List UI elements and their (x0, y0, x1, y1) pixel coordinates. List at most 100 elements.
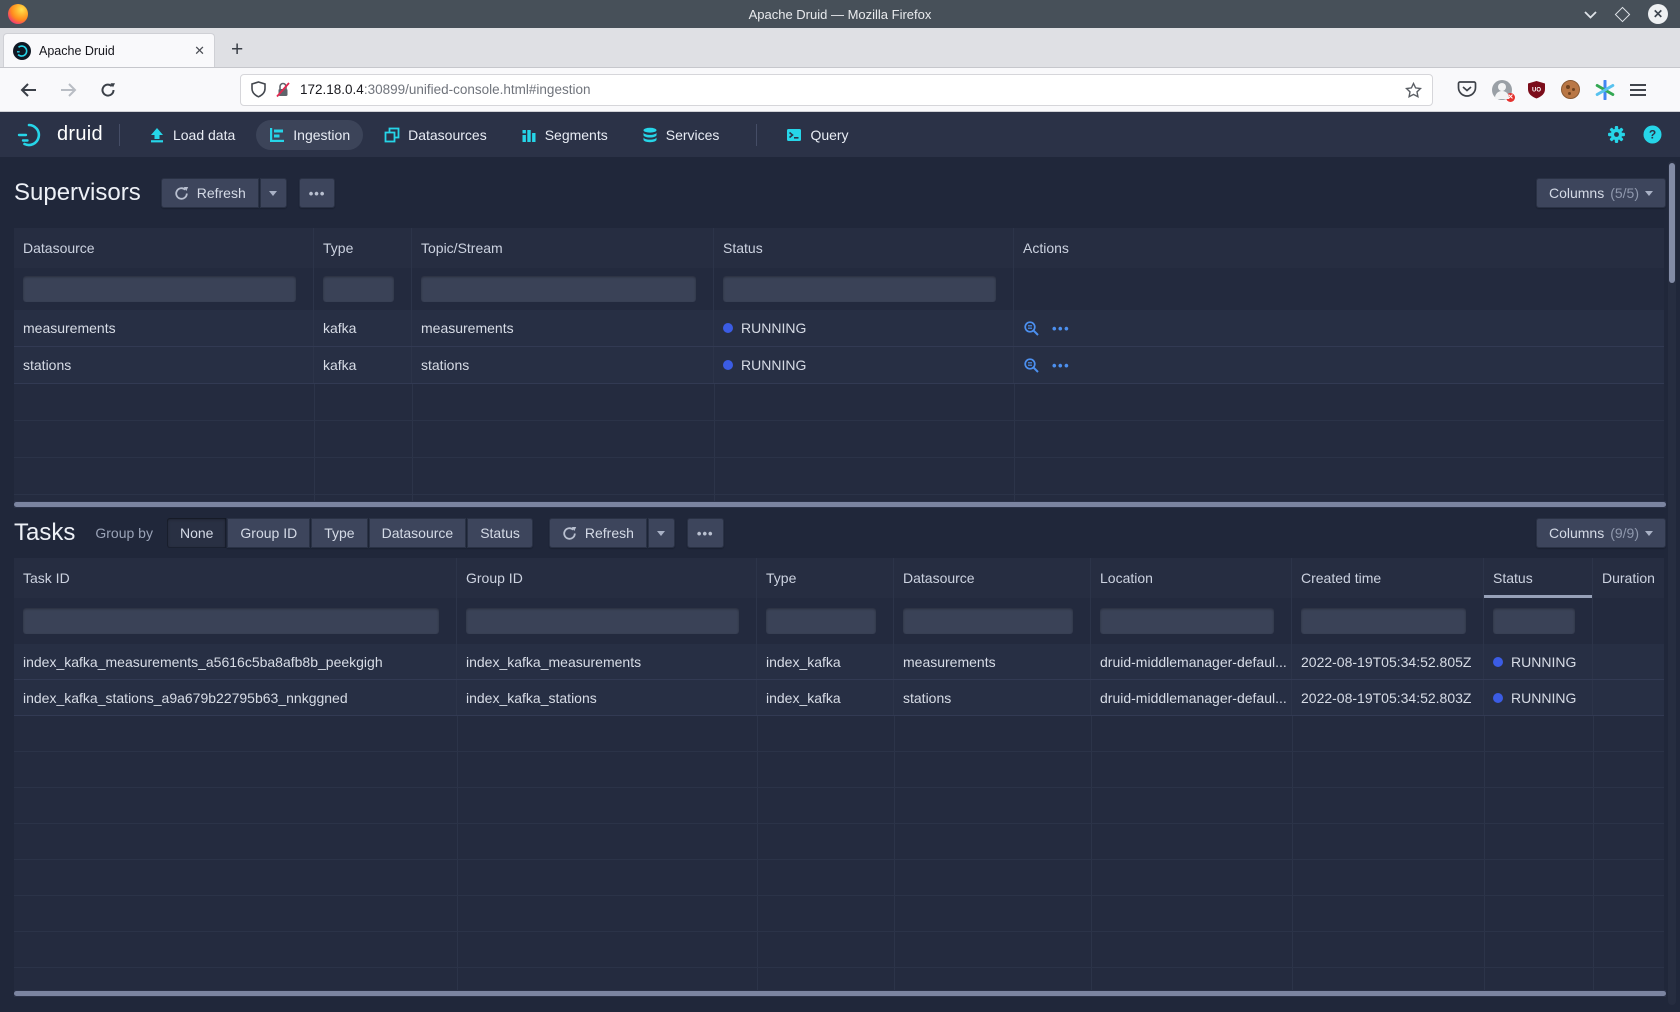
filter-input-task-id[interactable] (23, 608, 439, 634)
nav-item-label: Query (810, 127, 848, 143)
supervisor-type: kafka (314, 310, 412, 346)
insecure-lock-icon[interactable] (275, 81, 291, 98)
reload-icon[interactable] (90, 74, 126, 106)
filter-input-status[interactable] (723, 276, 996, 302)
filter-input-created-time[interactable] (1301, 608, 1466, 634)
column-header-status[interactable]: Status (714, 228, 1014, 268)
gear-icon[interactable] (1607, 125, 1626, 144)
column-header-status-sorted[interactable]: Status (1484, 558, 1593, 598)
url-host: 172.18.0.4 (300, 82, 364, 97)
scrollbar-thumb[interactable] (14, 991, 1666, 996)
column-header-duration[interactable]: Duration (1593, 558, 1664, 598)
maximize-icon[interactable] (1615, 6, 1631, 22)
supervisors-refresh-group: Refresh (161, 178, 287, 208)
supervisors-refresh-dropdown-button[interactable] (260, 178, 287, 208)
task-datasource: stations (894, 680, 1091, 715)
scrollbar-thumb[interactable] (1669, 163, 1675, 283)
group-by-label: Group by (95, 525, 153, 541)
extension-asterisk-icon[interactable] (1595, 80, 1615, 100)
ingestion-icon (269, 127, 285, 143)
refresh-label: Refresh (197, 185, 246, 201)
column-header-location[interactable]: Location (1091, 558, 1292, 598)
filter-input-datasource[interactable] (903, 608, 1073, 634)
services-icon (642, 127, 658, 143)
magnifier-detail-icon[interactable] (1023, 357, 1040, 374)
column-header-actions[interactable]: Actions (1014, 228, 1664, 268)
nav-item-segments[interactable]: Segments (508, 120, 621, 150)
menu-icon[interactable] (1630, 84, 1646, 96)
column-header-datasource[interactable]: Datasource (14, 228, 314, 268)
tab-close-icon[interactable]: ✕ (194, 43, 205, 59)
column-header-created-time[interactable]: Created time (1292, 558, 1484, 598)
nav-item-label: Load data (173, 127, 235, 143)
nav-item-datasources[interactable]: Datasources (371, 120, 500, 150)
filter-input-location[interactable] (1100, 608, 1274, 634)
row-actions-icon[interactable]: ••• (1052, 358, 1070, 373)
group-by-group-id-button[interactable]: Group ID (227, 518, 310, 548)
ublock-icon[interactable]: UO (1527, 80, 1546, 100)
forward-icon[interactable] (50, 74, 86, 106)
supervisors-more-button[interactable]: ••• (299, 178, 336, 208)
account-icon[interactable]: ✕ (1492, 80, 1512, 100)
minimize-icon[interactable] (1584, 10, 1597, 19)
row-actions-icon[interactable]: ••• (1052, 321, 1070, 336)
tasks-refresh-dropdown-button[interactable] (648, 518, 675, 548)
caret-down-icon (1645, 531, 1653, 536)
group-by-type-button[interactable]: Type (311, 518, 367, 548)
task-id: index_kafka_stations_a9a679b22795b63_nnk… (14, 680, 457, 715)
group-by-datasource-button[interactable]: Datasource (369, 518, 467, 548)
nav-item-services[interactable]: Services (629, 120, 733, 150)
supervisor-row[interactable]: measurements kafka measurements RUNNING … (14, 310, 1664, 347)
task-row[interactable]: index_kafka_stations_a9a679b22795b63_nnk… (14, 680, 1664, 716)
supervisors-filter-row (14, 268, 1664, 310)
column-header-type[interactable]: Type (757, 558, 894, 598)
task-status: RUNNING (1484, 680, 1593, 715)
pocket-icon[interactable] (1457, 80, 1477, 99)
column-header-task-id[interactable]: Task ID (14, 558, 457, 598)
url-text[interactable]: 172.18.0.4:30899/unified-console.html#in… (300, 82, 1396, 97)
browser-tab[interactable]: Apache Druid ✕ (3, 33, 215, 67)
filter-input-type[interactable] (323, 276, 394, 302)
tasks-refresh-button[interactable]: Refresh (549, 518, 647, 548)
back-icon[interactable] (10, 74, 46, 106)
close-icon[interactable]: ✕ (1648, 4, 1668, 24)
bookmark-star-icon[interactable] (1405, 82, 1422, 98)
filter-input-type[interactable] (766, 608, 876, 634)
tasks-columns-button[interactable]: Columns (9/9) (1536, 518, 1666, 548)
scrollbar-thumb[interactable] (14, 502, 1666, 507)
supervisor-datasource: stations (14, 347, 314, 383)
group-by-status-button[interactable]: Status (467, 518, 533, 548)
task-group-id: index_kafka_measurements (457, 644, 757, 679)
supervisor-row[interactable]: stations kafka stations RUNNING ••• (14, 347, 1664, 384)
column-header-topic-stream[interactable]: Topic/Stream (412, 228, 714, 268)
filter-input-group-id[interactable] (466, 608, 739, 634)
cookie-icon[interactable] (1561, 80, 1580, 99)
nav-item-load-data[interactable]: Load data (136, 120, 248, 150)
group-by-none-button[interactable]: None (167, 518, 226, 548)
filter-input-status[interactable] (1493, 608, 1575, 634)
task-row[interactable]: index_kafka_measurements_a5616c5ba8afb8b… (14, 644, 1664, 680)
filter-input-datasource[interactable] (23, 276, 296, 302)
caret-down-icon (657, 531, 665, 536)
supervisors-refresh-button[interactable]: Refresh (161, 178, 259, 208)
nav-item-ingestion[interactable]: Ingestion (256, 120, 363, 150)
query-icon (786, 127, 802, 143)
new-tab-button[interactable]: + (231, 39, 243, 60)
magnifier-detail-icon[interactable] (1023, 320, 1040, 337)
refresh-label: Refresh (585, 525, 634, 541)
filter-input-topic-stream[interactable] (421, 276, 696, 302)
group-by-button-group: None Group ID Type Datasource Status (167, 518, 533, 548)
druid-brand[interactable]: druid (16, 122, 103, 148)
supervisors-columns-button[interactable]: Columns (5/5) (1536, 178, 1666, 208)
columns-label: Columns (1549, 185, 1604, 201)
tasks-more-button[interactable]: ••• (687, 518, 724, 548)
url-bar[interactable]: 172.18.0.4:30899/unified-console.html#in… (240, 74, 1433, 106)
supervisor-type: kafka (314, 347, 412, 383)
help-icon[interactable]: ? (1643, 125, 1662, 144)
nav-item-query[interactable]: Query (773, 120, 861, 150)
column-header-datasource[interactable]: Datasource (894, 558, 1091, 598)
supervisors-title: Supervisors (14, 179, 141, 207)
column-header-type[interactable]: Type (314, 228, 412, 268)
column-header-group-id[interactable]: Group ID (457, 558, 757, 598)
shield-icon[interactable] (251, 81, 266, 98)
